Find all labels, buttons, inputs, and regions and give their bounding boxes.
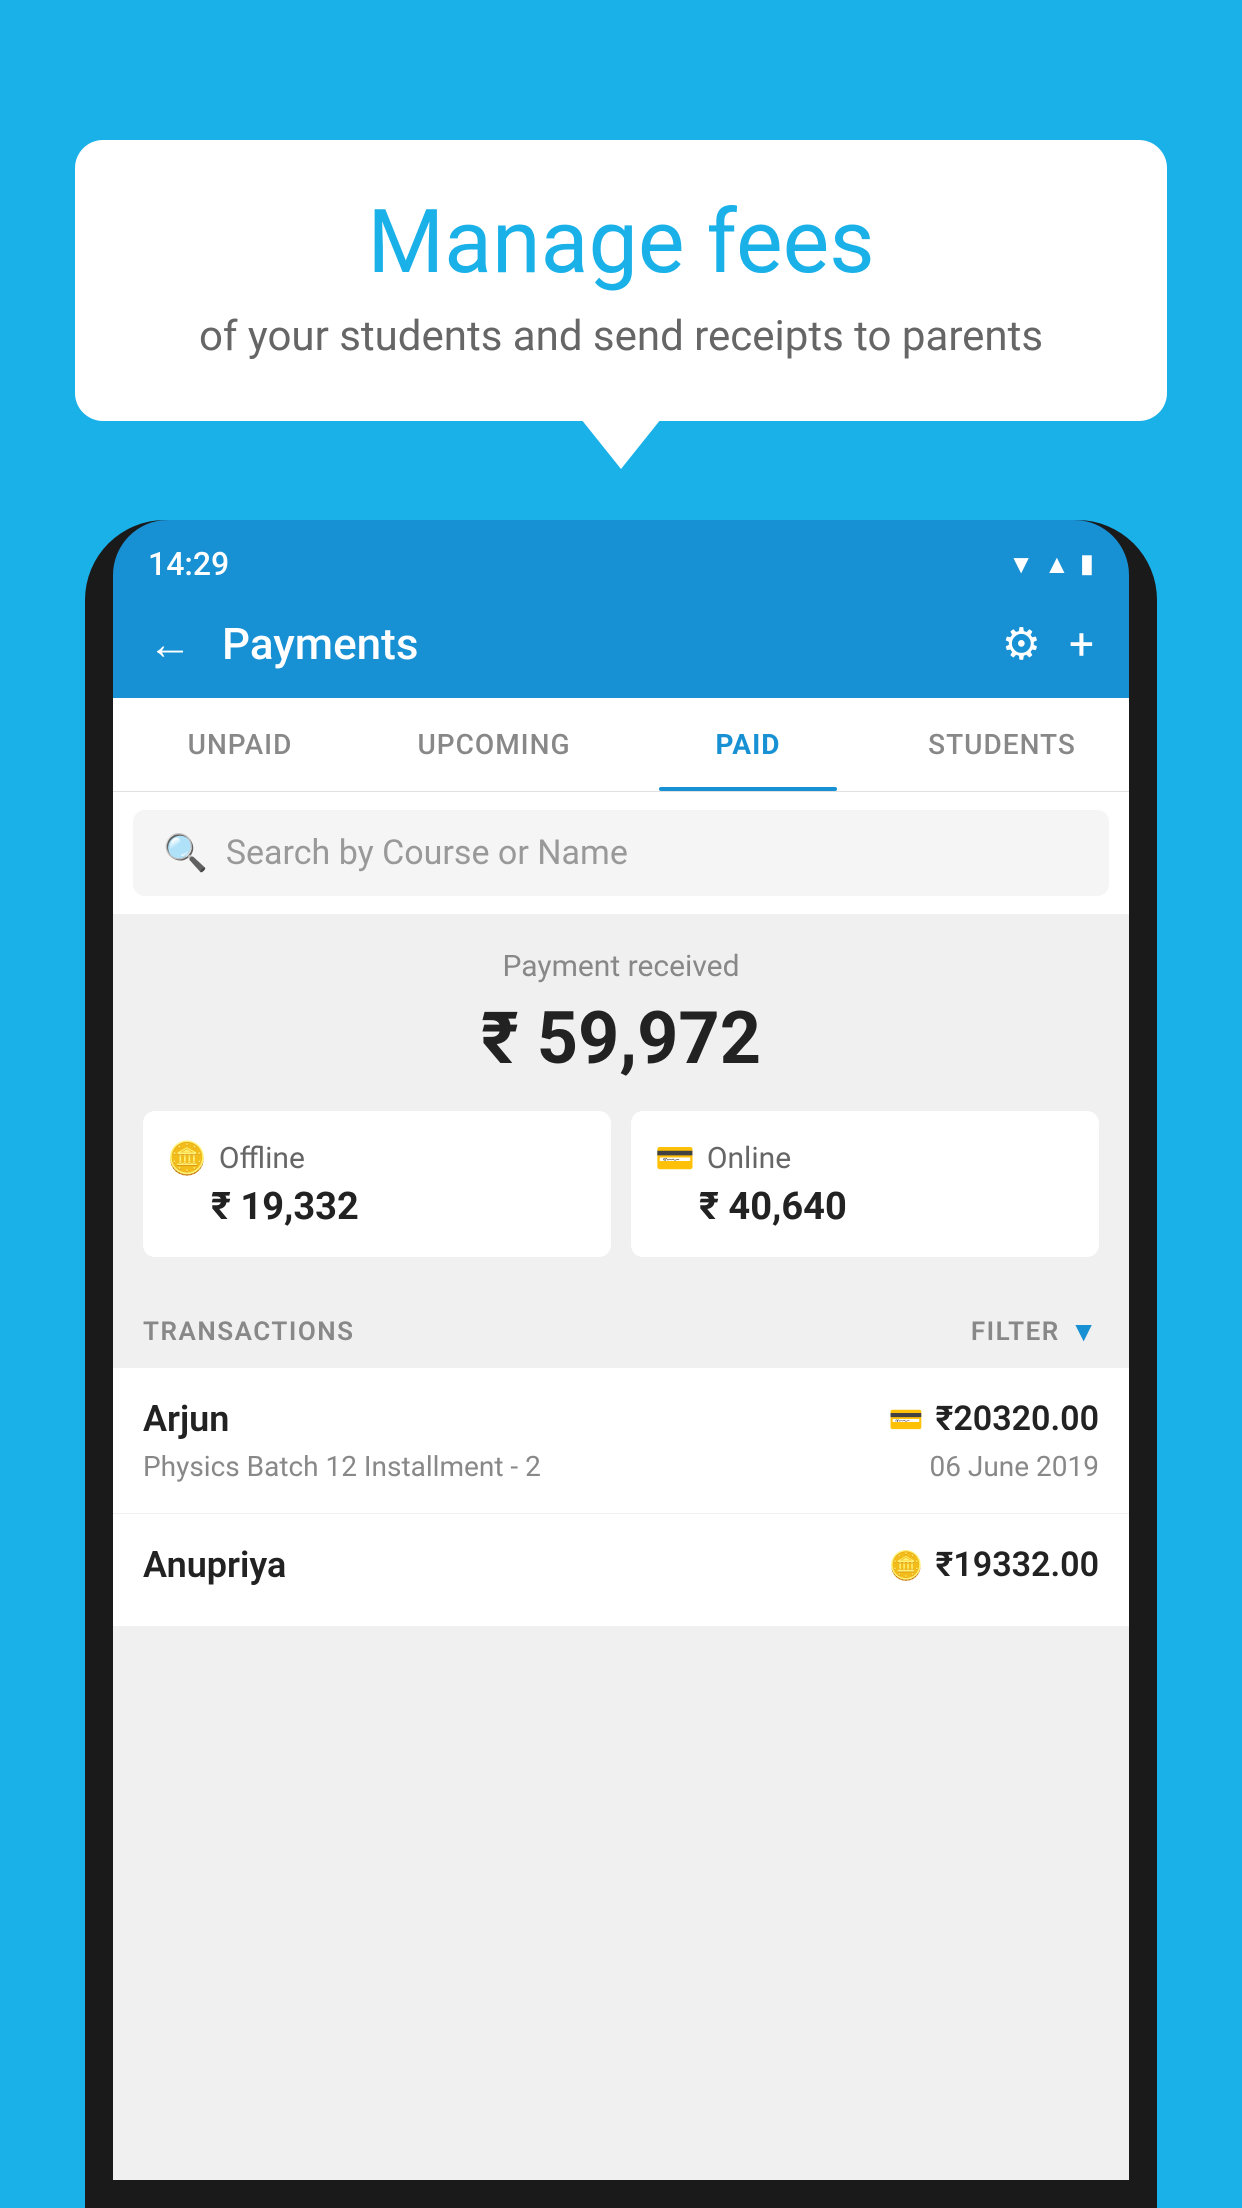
search-container: 🔍 Search by Course or Name	[113, 792, 1129, 914]
transactions-header: TRANSACTIONS FILTER ▼	[113, 1287, 1129, 1368]
transaction-bottom-arjun: Physics Batch 12 Installment - 2 06 June…	[143, 1450, 1099, 1483]
online-card-row: 💳 Online	[655, 1139, 791, 1177]
filter-icon: ▼	[1070, 1315, 1099, 1348]
transactions-label: TRANSACTIONS	[143, 1317, 355, 1347]
bubble-title: Manage fees	[135, 195, 1107, 292]
offline-card-row: 🪙 Offline	[167, 1139, 305, 1177]
offline-card: 🪙 Offline ₹ 19,332	[143, 1111, 611, 1257]
bubble-subtitle: of your students and send receipts to pa…	[135, 312, 1107, 361]
tab-students[interactable]: STUDENTS	[875, 698, 1129, 791]
tabs-container: UNPAID UPCOMING PAID STUDENTS	[113, 698, 1129, 792]
payment-cards: 🪙 Offline ₹ 19,332 💳 Online ₹ 40,640	[143, 1111, 1099, 1257]
filter-button[interactable]: FILTER ▼	[971, 1315, 1099, 1348]
payment-label: Payment received	[143, 949, 1099, 984]
speech-bubble-container: Manage fees of your students and send re…	[75, 140, 1167, 421]
status-icons: ▼ ▲ ▮	[1008, 549, 1094, 580]
add-button[interactable]: +	[1069, 618, 1094, 670]
amount-group: 🪙 ₹19332.00	[889, 1545, 1099, 1585]
transaction-date: 06 June 2019	[929, 1450, 1099, 1483]
search-icon: 🔍	[163, 832, 208, 874]
table-row[interactable]: Arjun 💳 ₹20320.00 Physics Batch 12 Insta…	[113, 1368, 1129, 1514]
speech-bubble: Manage fees of your students and send re…	[75, 140, 1167, 421]
screen-content: UNPAID UPCOMING PAID STUDENTS 🔍 Search b…	[113, 698, 1129, 2180]
filter-label: FILTER	[971, 1317, 1060, 1347]
app-bar: ← Payments ⚙ +	[113, 590, 1129, 698]
signal-icon: ▲	[1044, 549, 1070, 580]
transaction-amount: ₹19332.00	[936, 1545, 1099, 1585]
app-bar-icons: ⚙ +	[1002, 618, 1094, 670]
wifi-icon: ▼	[1008, 549, 1034, 580]
search-input[interactable]: Search by Course or Name	[226, 833, 628, 873]
student-name: Arjun	[143, 1398, 229, 1440]
transaction-top-arjun: Arjun 💳 ₹20320.00	[143, 1398, 1099, 1440]
app-title: Payments	[222, 618, 972, 670]
tab-unpaid[interactable]: UNPAID	[113, 698, 367, 791]
offline-label: Offline	[219, 1141, 305, 1176]
transaction-list: Arjun 💳 ₹20320.00 Physics Batch 12 Insta…	[113, 1368, 1129, 1627]
transaction-top-anupriya: Anupriya 🪙 ₹19332.00	[143, 1544, 1099, 1586]
online-label: Online	[707, 1141, 791, 1176]
status-time: 14:29	[148, 545, 229, 583]
online-card: 💳 Online ₹ 40,640	[631, 1111, 1099, 1257]
tab-paid[interactable]: PAID	[621, 698, 875, 791]
transaction-amount: ₹20320.00	[936, 1399, 1099, 1439]
payment-summary: Payment received ₹ 59,972 🪙 Offline ₹ 19…	[113, 914, 1129, 1287]
course-info: Physics Batch 12 Installment - 2	[143, 1450, 541, 1483]
search-box[interactable]: 🔍 Search by Course or Name	[133, 810, 1109, 896]
tab-upcoming[interactable]: UPCOMING	[367, 698, 621, 791]
cash-payment-icon: 🪙	[889, 1549, 924, 1582]
back-button[interactable]: ←	[148, 618, 192, 670]
payment-amount: ₹ 59,972	[143, 996, 1099, 1081]
offline-icon: 🪙	[167, 1139, 207, 1177]
battery-icon: ▮	[1080, 549, 1094, 579]
student-name: Anupriya	[143, 1544, 286, 1586]
settings-button[interactable]: ⚙	[1002, 618, 1041, 670]
phone-container: 14:29 ▼ ▲ ▮ ← Payments ⚙ +	[85, 520, 1157, 2208]
card-payment-icon: 💳	[889, 1403, 924, 1436]
table-row[interactable]: Anupriya 🪙 ₹19332.00	[113, 1514, 1129, 1627]
online-icon: 💳	[655, 1139, 695, 1177]
phone-frame: 14:29 ▼ ▲ ▮ ← Payments ⚙ +	[85, 520, 1157, 2208]
status-bar: 14:29 ▼ ▲ ▮	[113, 520, 1129, 590]
offline-amount: ₹ 19,332	[167, 1185, 359, 1229]
online-amount: ₹ 40,640	[655, 1185, 847, 1229]
amount-group: 💳 ₹20320.00	[889, 1399, 1099, 1439]
phone-inner: 14:29 ▼ ▲ ▮ ← Payments ⚙ +	[113, 520, 1129, 2180]
